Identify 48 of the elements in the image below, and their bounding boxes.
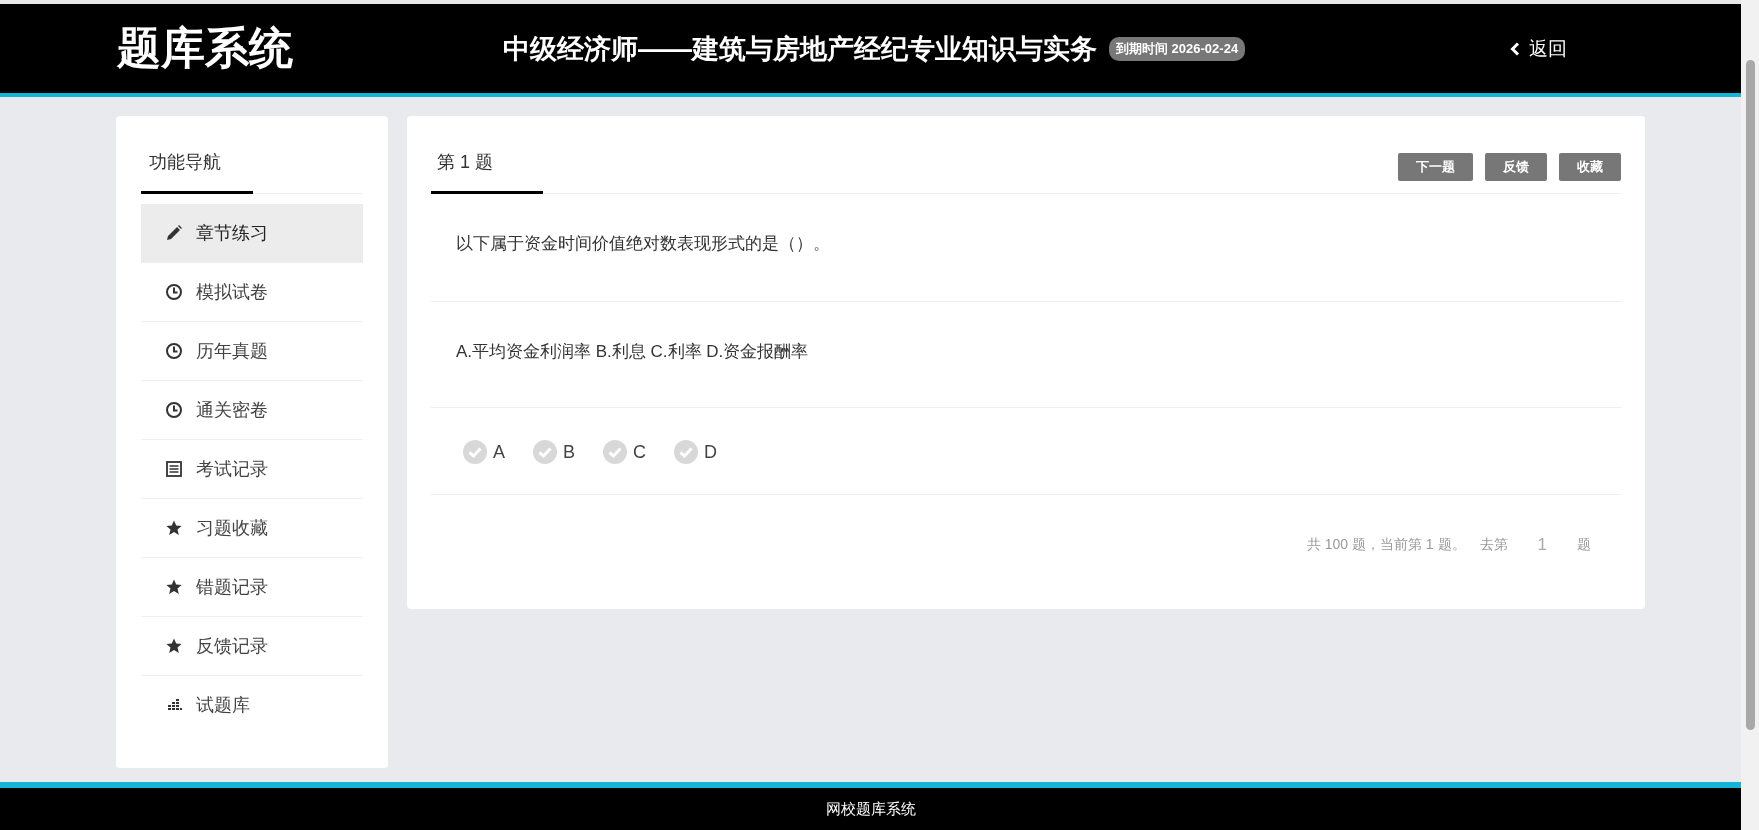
nav-item[interactable]: 考试记录 — [141, 440, 363, 499]
answer-choice[interactable]: A — [463, 440, 505, 464]
question-tab[interactable]: 第 1 题 — [431, 144, 543, 194]
scrollbar-thumb[interactable] — [1745, 60, 1755, 730]
star-icon — [165, 519, 183, 537]
pencil-icon — [165, 224, 183, 242]
feedback-button[interactable]: 反馈 — [1485, 153, 1547, 181]
answer-choice[interactable]: C — [603, 440, 647, 464]
star-icon — [165, 578, 183, 596]
list-icon — [165, 460, 183, 478]
course-title: 中级经济师——建筑与房地产经纪专业知识与实务 — [503, 32, 1097, 66]
clock-icon — [165, 401, 183, 419]
favorite-button[interactable]: 收藏 — [1559, 153, 1621, 181]
answer-choice[interactable]: B — [533, 440, 576, 464]
nav-label: 章节练习 — [196, 222, 268, 245]
pager-summary: 共 100 题，当前第 1 题。 — [1306, 536, 1466, 554]
clock-icon — [165, 283, 183, 301]
footer-text: 网校题库系统 — [825, 799, 916, 819]
site-logo: 题库系统 — [117, 22, 294, 74]
nav-label: 考试记录 — [196, 458, 268, 481]
scrollbar[interactable] — [1741, 0, 1759, 830]
goto-label: 去第 — [1479, 536, 1508, 554]
nav-label: 历年真题 — [196, 340, 268, 363]
nav-item[interactable]: 反馈记录 — [141, 617, 363, 676]
nav-label: 反馈记录 — [196, 635, 268, 658]
nav-label: 模拟试卷 — [196, 281, 268, 304]
expiry-badge: 到期时间 2026-02-24 — [1109, 36, 1246, 61]
clock-icon — [165, 342, 183, 360]
nav-item[interactable]: 模拟试卷 — [141, 263, 363, 322]
question-stem: 以下属于资金时间价值绝对数表现形式的是（）。 — [431, 194, 1621, 302]
options-text: A.平均资金利润率 B.利息 C.利率 D.资金报酬率 — [431, 302, 1621, 408]
back-link[interactable]: 返回 — [1510, 35, 1567, 62]
nav-item[interactable]: 试题库 — [141, 676, 363, 734]
nav-item[interactable]: 章节练习 — [141, 204, 363, 263]
nav-item[interactable]: 通关密卷 — [141, 381, 363, 440]
nav-item[interactable]: 习题收藏 — [141, 499, 363, 558]
chevron-left-icon — [1510, 41, 1520, 56]
nav-label: 试题库 — [196, 694, 250, 717]
nav-label: 通关密卷 — [196, 399, 268, 422]
nav-label: 习题收藏 — [196, 517, 268, 540]
answer-choice[interactable]: D — [674, 440, 718, 464]
nav-item[interactable]: 历年真题 — [141, 322, 363, 381]
star-icon — [165, 637, 183, 655]
goto-label: 题 — [1577, 536, 1591, 554]
nav-item[interactable]: 错题记录 — [141, 558, 363, 617]
nav-label: 错题记录 — [196, 576, 268, 599]
next-button[interactable]: 下一题 — [1398, 153, 1473, 181]
sidebar-title: 功能导航 — [141, 144, 253, 194]
